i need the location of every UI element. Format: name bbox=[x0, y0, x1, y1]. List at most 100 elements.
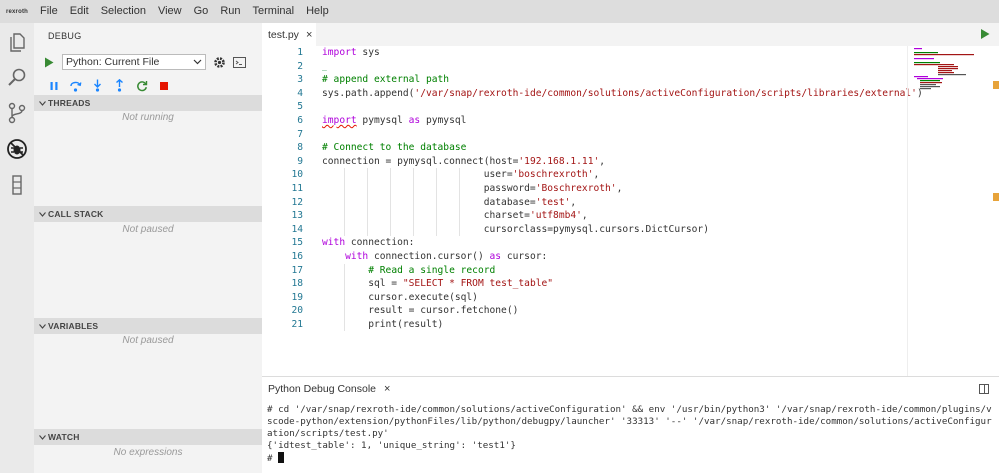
editor-area: test.py × 1 2 3 4 5 6 7 8 9 10 11 12 13 14 15 16 17 18 19 2… bbox=[262, 23, 999, 376]
pause-icon[interactable] bbox=[46, 78, 61, 93]
section-label: THREADS bbox=[48, 98, 91, 108]
extensions-icon[interactable] bbox=[5, 173, 29, 197]
line-number: 5 bbox=[297, 101, 303, 113]
split-panel-icon[interactable] bbox=[979, 384, 989, 394]
tab-label: test.py bbox=[268, 28, 299, 41]
step-over-icon[interactable] bbox=[68, 78, 83, 93]
restart-icon[interactable] bbox=[134, 78, 149, 93]
line-number: 8 bbox=[297, 142, 303, 154]
debug-sidebar: DEBUG Python: Current File THREADS Not r… bbox=[34, 23, 262, 473]
step-out-icon[interactable] bbox=[112, 78, 127, 93]
code-line: database='test', bbox=[322, 195, 577, 210]
minimap[interactable] bbox=[907, 46, 992, 376]
line-number: 1 bbox=[297, 47, 303, 58]
chevron-down-icon bbox=[36, 211, 48, 217]
debug-icon[interactable] bbox=[5, 137, 29, 161]
panel-tab-label: Python Debug Console bbox=[268, 383, 376, 395]
line-number: 13 bbox=[291, 210, 303, 222]
line-number: 9 bbox=[297, 155, 303, 167]
debug-config-select[interactable]: Python: Current File bbox=[62, 54, 206, 70]
close-icon[interactable]: × bbox=[384, 383, 390, 395]
menu-file[interactable]: File bbox=[34, 0, 64, 23]
console-output-text: # cd '/var/snap/rexroth-ide/common/solut… bbox=[267, 404, 992, 451]
terminal-output[interactable]: # cd '/var/snap/rexroth-ide/common/solut… bbox=[267, 404, 992, 465]
line-number: 18 bbox=[291, 278, 303, 290]
line-number: 21 bbox=[291, 318, 303, 330]
code-line: with connection.cursor() as cursor: bbox=[345, 250, 548, 262]
files-icon[interactable] bbox=[5, 31, 29, 55]
code-line: cursorclass=pymysql.cursors.DictCursor) bbox=[322, 222, 709, 237]
section-label: VARIABLES bbox=[48, 321, 99, 331]
code-line: print(result) bbox=[322, 317, 444, 332]
watch-empty-text: No expressions bbox=[113, 447, 183, 458]
code-line: password='Boschrexroth', bbox=[322, 181, 623, 196]
code-line: cursor.execute(sql) bbox=[322, 290, 478, 305]
call-stack-section-header[interactable]: CALL STACK bbox=[34, 206, 262, 222]
line-number: 11 bbox=[291, 182, 303, 194]
tab-python-debug-console[interactable]: Python Debug Console × bbox=[268, 383, 390, 395]
close-icon[interactable]: × bbox=[306, 29, 312, 41]
variables-section-header[interactable]: VARIABLES bbox=[34, 318, 262, 334]
terminal-cursor bbox=[278, 452, 285, 463]
code-view[interactable]: import sys _ # append external path sys.… bbox=[322, 46, 923, 332]
watch-section-header[interactable]: WATCH bbox=[34, 429, 262, 445]
code-line: # Connect to the database bbox=[322, 142, 467, 154]
debug-console-panel: Python Debug Console × # cd '/var/snap/r… bbox=[262, 376, 999, 473]
tab-test-py[interactable]: test.py × bbox=[262, 23, 316, 46]
menu-bar: rexroth File Edit Selection View Go Run Termin… bbox=[0, 0, 999, 23]
line-number: 17 bbox=[291, 264, 303, 276]
code-line: import pymysql as pymysql bbox=[322, 114, 467, 126]
code-line: result = cursor.fetchone() bbox=[322, 304, 519, 318]
start-debugging-icon[interactable] bbox=[42, 55, 56, 69]
overview-ruler-marker bbox=[993, 81, 999, 89]
code-line: import sys bbox=[322, 47, 380, 58]
code-line: # Read a single record bbox=[322, 263, 907, 278]
debug-config-value: Python: Current File bbox=[66, 56, 160, 68]
line-number: 2 bbox=[297, 60, 303, 72]
menu-view[interactable]: View bbox=[152, 0, 188, 23]
menu-terminal[interactable]: Terminal bbox=[247, 0, 301, 23]
line-number-gutter: 1 2 3 4 5 6 7 8 9 10 11 12 13 14 15 16 17 18 19 20 21 bbox=[262, 46, 312, 331]
section-label: WATCH bbox=[48, 432, 80, 442]
source-control-icon[interactable] bbox=[5, 101, 29, 125]
activity-bar bbox=[0, 23, 34, 473]
line-number: 19 bbox=[291, 291, 303, 303]
menu-help[interactable]: Help bbox=[300, 0, 335, 23]
search-icon[interactable] bbox=[5, 65, 29, 89]
code-line: with connection: bbox=[322, 237, 415, 249]
code-line: sys.path.append('/var/snap/rexroth-ide/c… bbox=[322, 87, 923, 99]
console-prompt: # bbox=[267, 453, 279, 464]
code-line: user='boschrexroth', bbox=[322, 168, 600, 182]
stop-icon[interactable] bbox=[156, 78, 171, 93]
run-file-icon[interactable] bbox=[979, 28, 991, 40]
code-line: charset='utf8mb4', bbox=[322, 209, 588, 223]
threads-empty-text: Not running bbox=[122, 112, 174, 123]
chevron-down-icon bbox=[36, 434, 48, 440]
line-number: 15 bbox=[291, 237, 303, 249]
line-number: 10 bbox=[291, 169, 303, 181]
step-into-icon[interactable] bbox=[90, 78, 105, 93]
line-number: 7 bbox=[297, 128, 303, 140]
overview-ruler-marker bbox=[993, 193, 999, 201]
menu-edit[interactable]: Edit bbox=[64, 0, 95, 23]
gear-icon[interactable] bbox=[212, 55, 226, 69]
code-line: # append external path bbox=[322, 74, 450, 86]
editor-tab-bar: test.py × bbox=[262, 23, 999, 46]
line-number: 16 bbox=[291, 250, 303, 262]
sidebar-title: DEBUG bbox=[48, 31, 82, 41]
chevron-down-icon bbox=[36, 100, 48, 106]
rexroth-logo: rexroth bbox=[5, 8, 29, 15]
menu-go[interactable]: Go bbox=[188, 0, 215, 23]
debug-console-icon[interactable] bbox=[232, 55, 246, 69]
threads-section-header[interactable]: THREADS bbox=[34, 95, 262, 111]
line-number: 3 bbox=[297, 74, 303, 86]
menu-selection[interactable]: Selection bbox=[95, 0, 152, 23]
line-number: 4 bbox=[297, 87, 303, 99]
variables-empty-text: Not paused bbox=[122, 335, 174, 346]
call-stack-empty-text: Not paused bbox=[122, 224, 174, 235]
line-number: 6 bbox=[297, 114, 303, 126]
line-number: 20 bbox=[291, 305, 303, 317]
menu-run[interactable]: Run bbox=[214, 0, 246, 23]
